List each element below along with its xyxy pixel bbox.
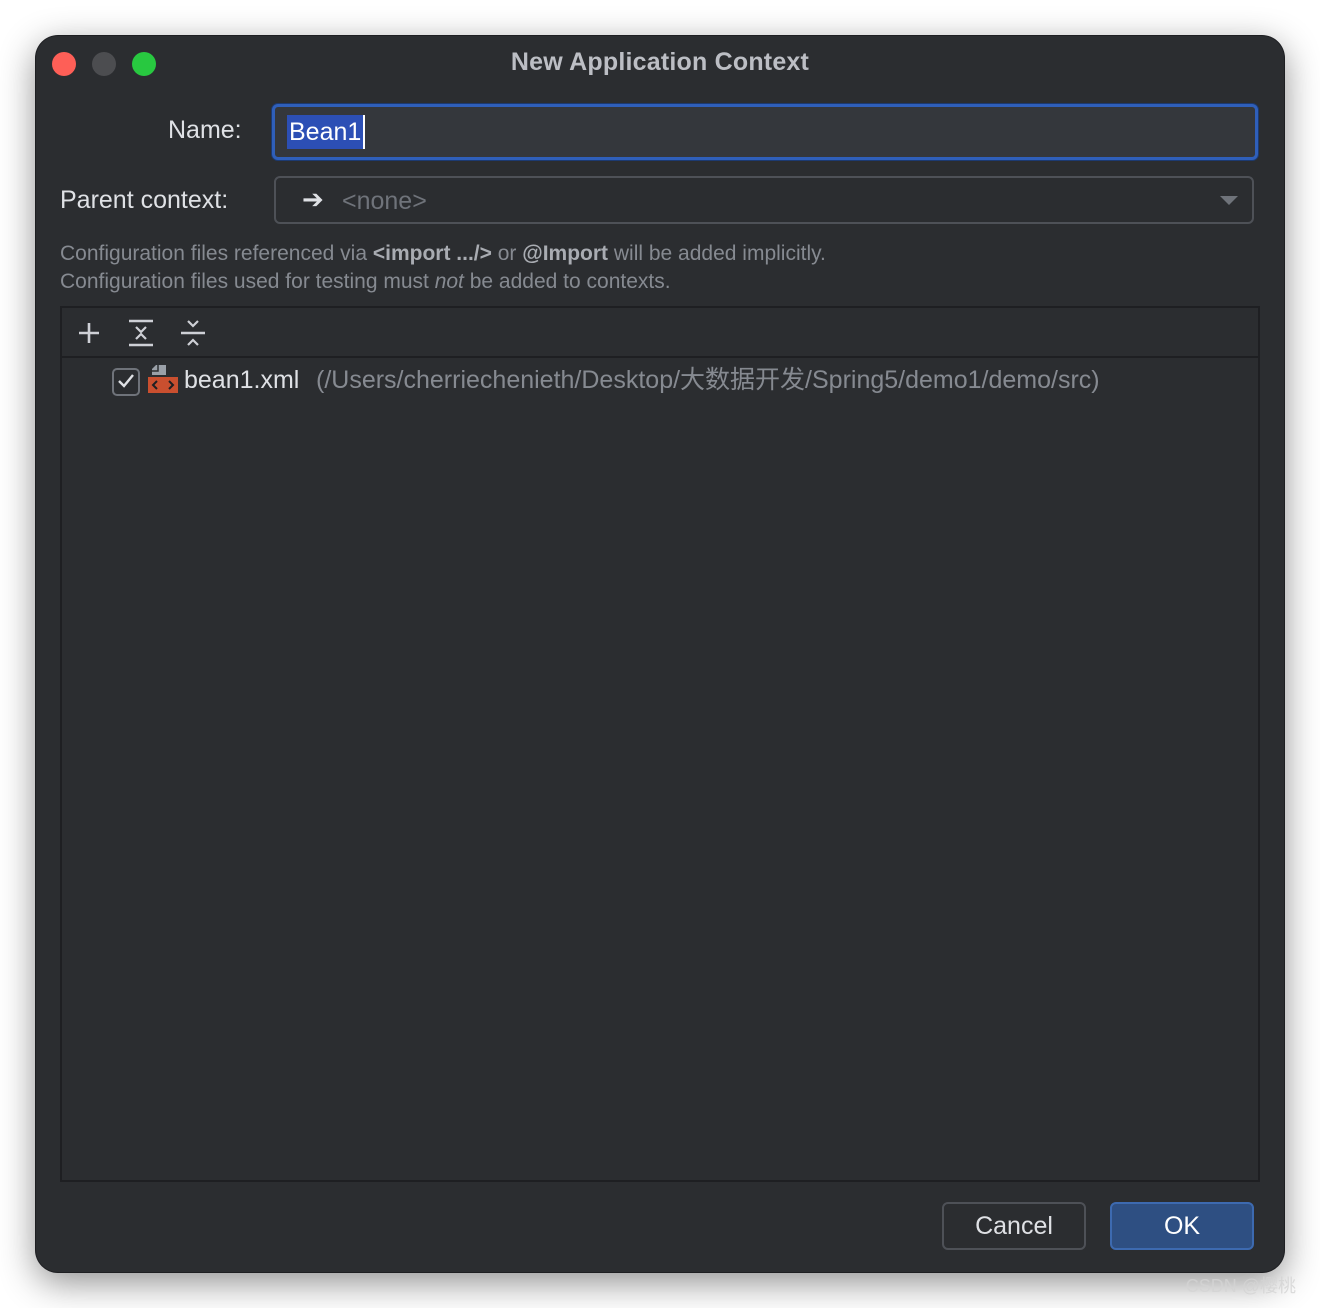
hint-import-annotation: @Import <box>522 242 609 265</box>
file-path: (/Users/cherriechenieth/Desktop/大数据开发/Sp… <box>316 366 1100 394</box>
collapse-all-icon[interactable] <box>176 316 210 350</box>
file-name: bean1.xml <box>184 366 300 394</box>
name-input-value: Bean1 <box>287 115 366 149</box>
chevron-down-icon <box>1220 196 1238 205</box>
parent-context-value: <none> <box>342 187 427 215</box>
xml-file-icon <box>148 363 178 395</box>
hint-text: Configuration files used for testing mus… <box>60 270 435 293</box>
hint-line-1: Configuration files referenced via <impo… <box>60 240 826 268</box>
dialog-title: New Application Context <box>510 48 810 76</box>
expand-all-icon[interactable] <box>124 316 158 350</box>
cancel-button[interactable]: Cancel <box>942 1202 1086 1250</box>
dialog-window: New Application Context Name: Bean1 Pare… <box>36 36 1284 1272</box>
hint-emphasis: not <box>434 270 464 293</box>
config-files-panel: bean1.xml (/Users/cherriechenieth/Deskto… <box>60 306 1260 1182</box>
ok-button[interactable]: OK <box>1110 1202 1254 1250</box>
file-checkbox[interactable] <box>112 368 140 396</box>
hint-text: will be added implicitly. <box>608 242 826 265</box>
hint-text: be added to contexts. <box>463 270 671 293</box>
hint-import-tag: <import .../> <box>372 242 492 265</box>
hint-text: Configuration files referenced via <box>60 242 373 265</box>
list-item[interactable]: bean1.xml (/Users/cherriechenieth/Deskto… <box>62 360 1258 404</box>
name-label: Name: <box>168 116 242 144</box>
parent-context-select[interactable]: ➔ <none> <box>274 176 1254 224</box>
hint-line-2: Configuration files used for testing mus… <box>60 268 671 296</box>
panel-toolbar <box>62 308 1258 358</box>
hint-text: or <box>491 242 523 265</box>
parent-context-label: Parent context: <box>60 186 229 214</box>
watermark: CSDN @樱桃 <box>1185 1276 1296 1296</box>
add-icon[interactable] <box>72 316 106 350</box>
name-input[interactable]: Bean1 <box>272 104 1258 160</box>
arrow-right-icon: ➔ <box>302 184 324 214</box>
